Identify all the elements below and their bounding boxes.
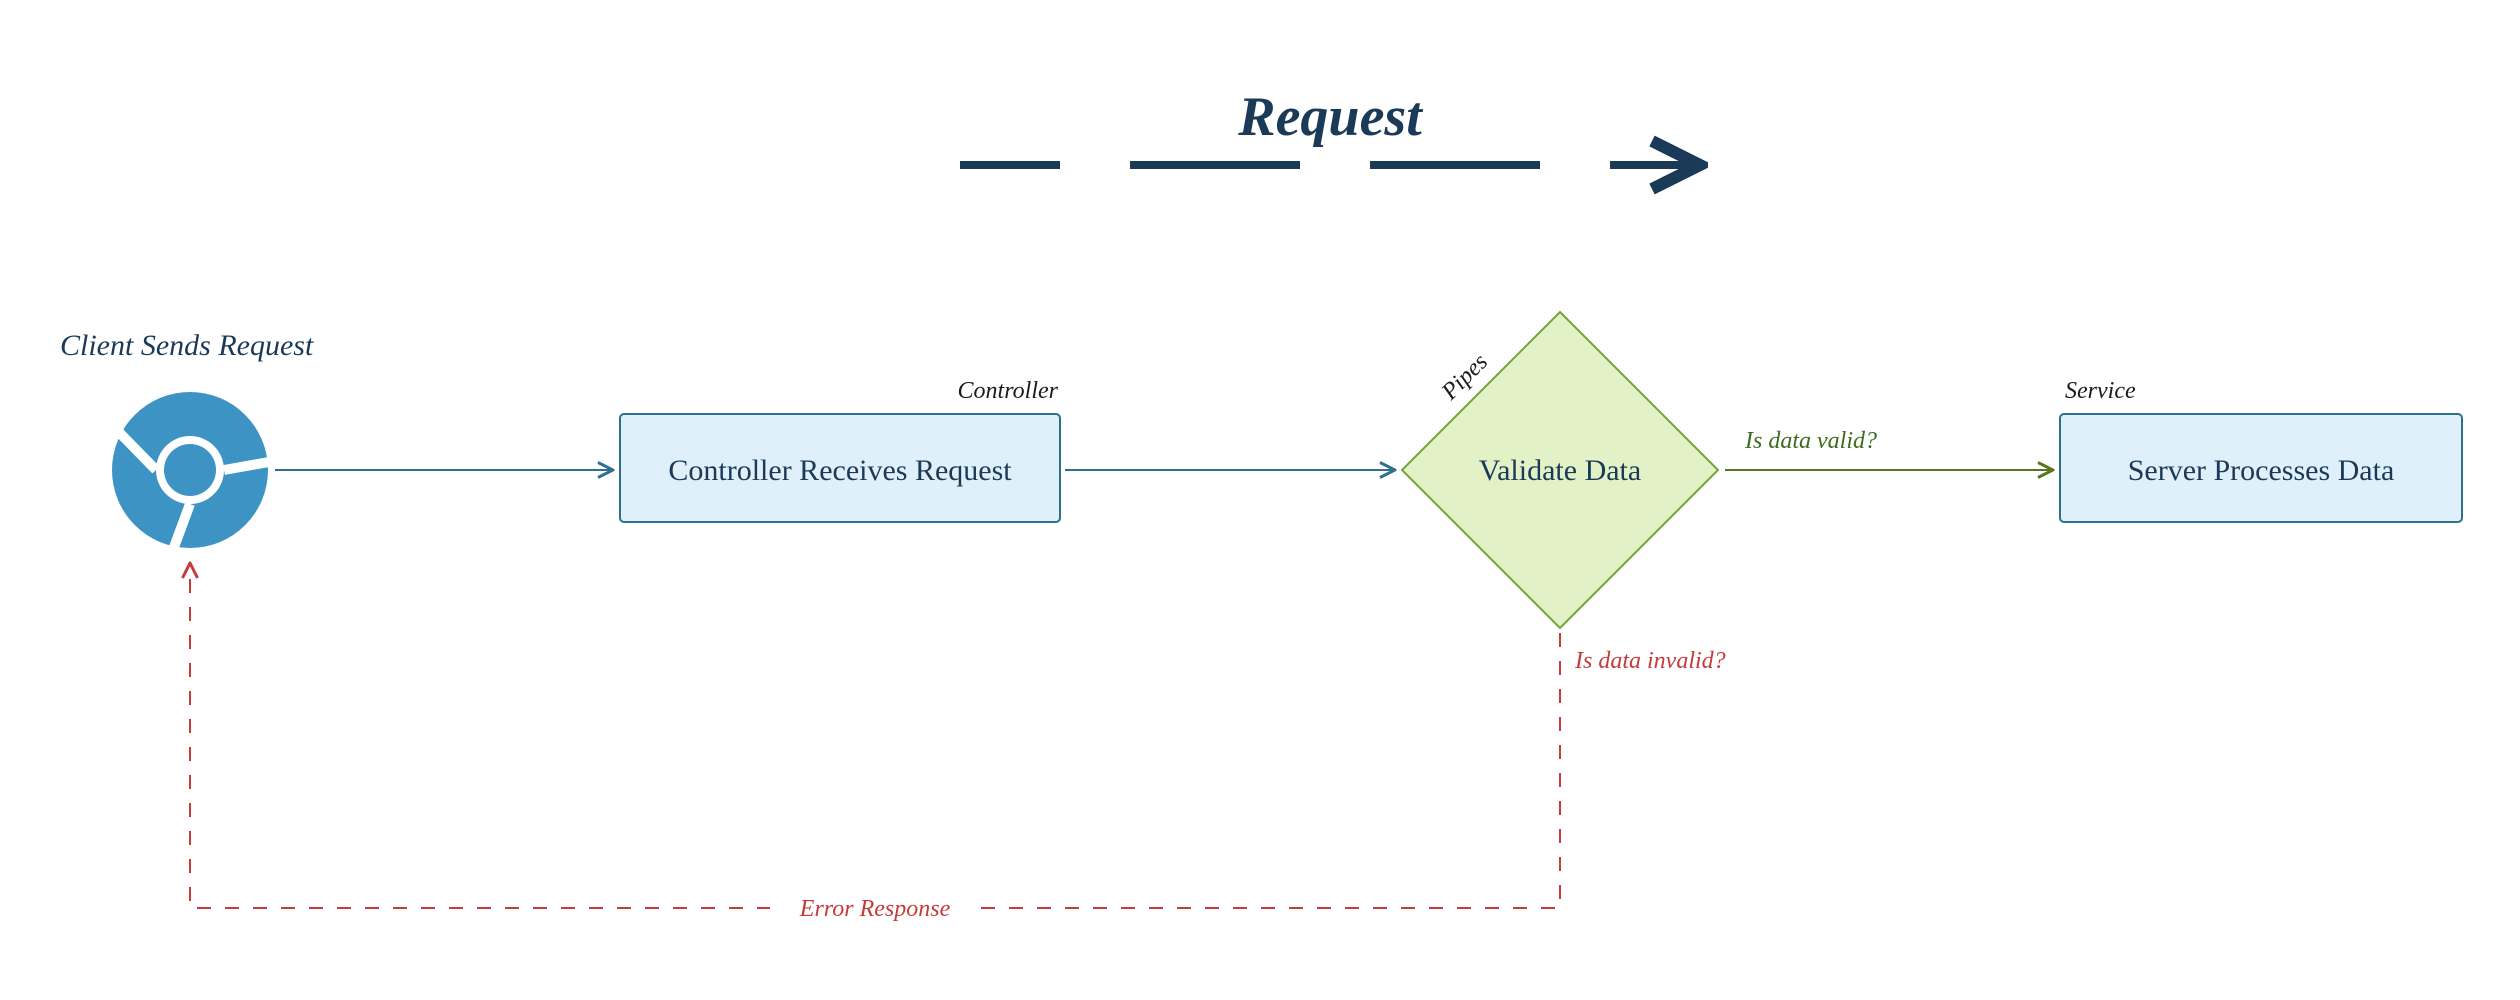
- client-label: Client Sends Request: [60, 329, 314, 362]
- edge-pipes-to-service: Is data valid?: [1725, 428, 2053, 470]
- service-tag: Service: [2065, 378, 2136, 404]
- diagram-canvas: Request Client Sends Request Controller …: [0, 0, 2520, 1000]
- node-client: Client Sends Request: [60, 329, 314, 558]
- edge-error-response: Is data invalid? Error Response: [190, 563, 1726, 928]
- controller-label: Controller Receives Request: [668, 454, 1012, 487]
- pipes-label: Validate Data: [1479, 454, 1641, 487]
- service-label: Server Processes Data: [2128, 454, 2395, 487]
- edge-invalid-label: Is data invalid?: [1574, 648, 1726, 674]
- edge-valid-label: Is data valid?: [1744, 428, 1877, 454]
- node-controller: Controller Receives Request Controller: [620, 378, 1060, 522]
- diagram-title: Request: [1237, 86, 1423, 148]
- controller-tag: Controller: [958, 378, 1059, 404]
- title-group: Request: [960, 86, 1700, 165]
- edge-error-label: Error Response: [799, 896, 951, 922]
- chrome-icon: [112, 392, 280, 558]
- diagram-svg: Request Client Sends Request Controller …: [0, 0, 2520, 1000]
- node-pipes: Validate Data Pipes: [1402, 312, 1718, 628]
- node-service: Server Processes Data Service: [2060, 378, 2462, 522]
